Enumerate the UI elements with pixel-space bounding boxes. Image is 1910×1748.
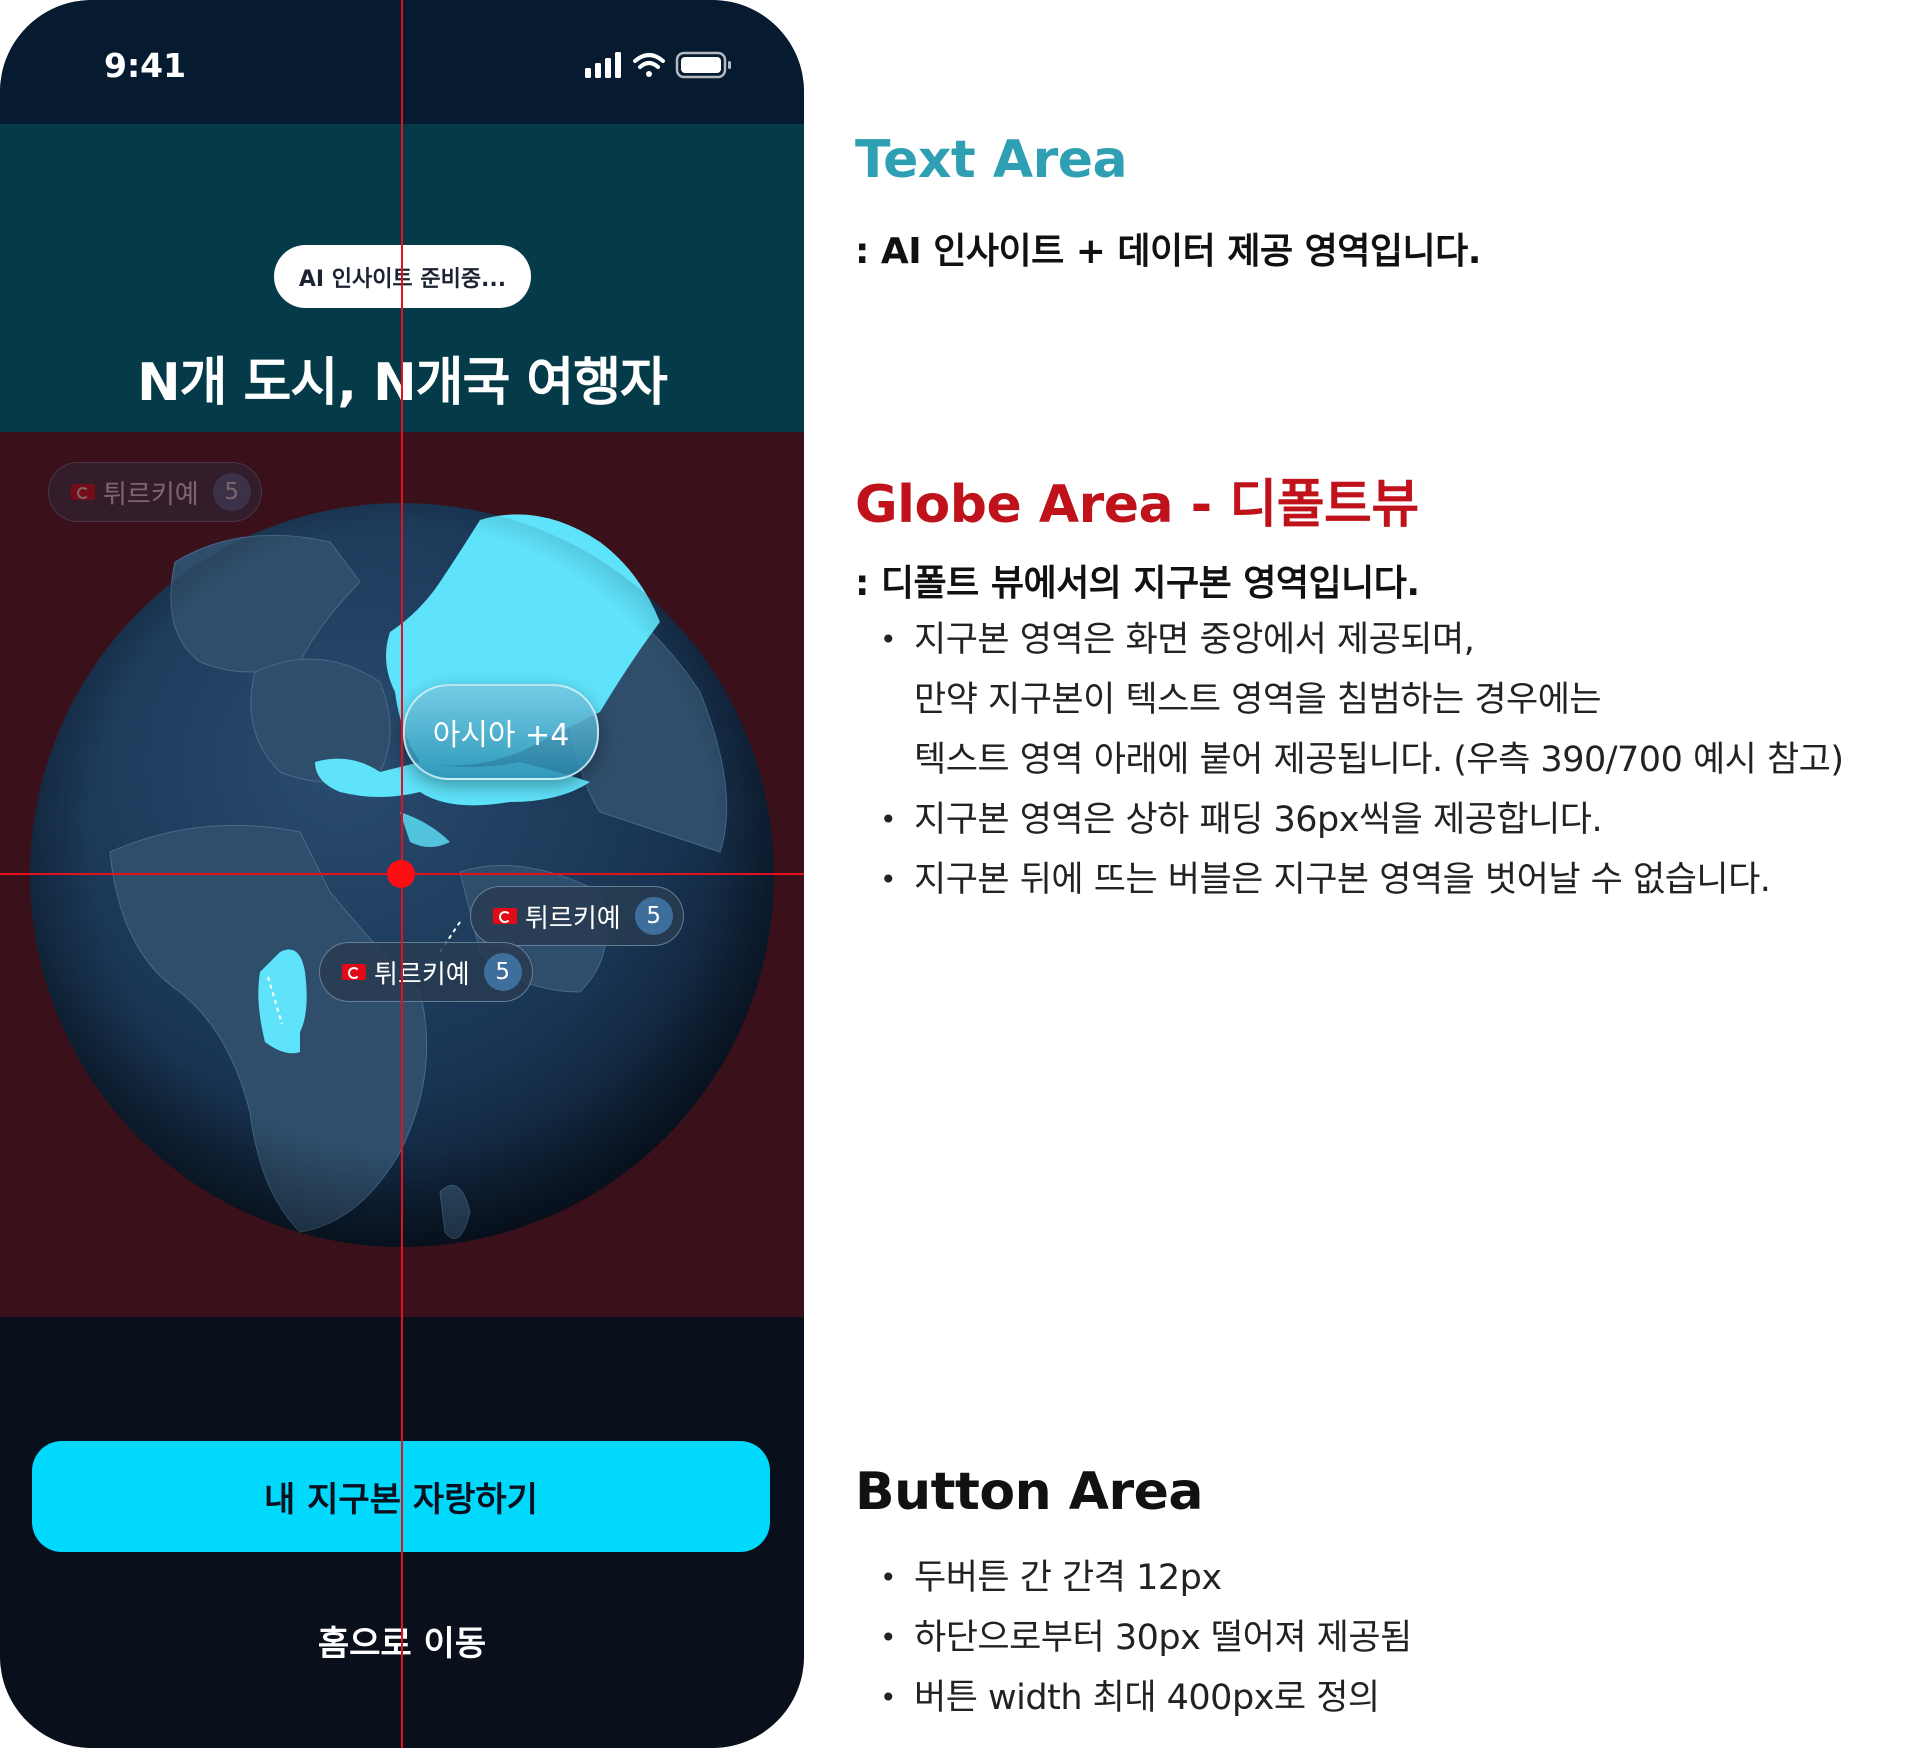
list-item: 두버튼 간 간격 12px: [880, 1548, 1412, 1608]
country-bubble[interactable]: 튀르키예 5: [470, 886, 684, 946]
list-item: 지구본 영역은 화면 중앙에서 제공되며, 만약 지구본이 텍스트 영역을 침범…: [880, 610, 1844, 790]
country-name: 튀르키예: [103, 479, 199, 510]
list-item: 지구본 뒤에 뜨는 버블은 지구본 영역을 벗어날 수 없습니다.: [880, 850, 1844, 910]
turkey-flag-icon: [71, 484, 95, 500]
turkey-flag-icon: [342, 964, 366, 980]
list-item: 하단으로부터 30px 떨어져 제공됨: [880, 1608, 1412, 1668]
text-area-description: : AI 인사이트 + 데이터 제공 영역입니다.: [855, 231, 1481, 272]
country-count: 5: [634, 897, 673, 935]
country-count: 5: [212, 473, 251, 511]
turkey-flag-icon: [493, 908, 517, 924]
country-count: 5: [483, 953, 522, 991]
text-area-title: Text Area: [855, 130, 1128, 190]
country-bubble[interactable]: 튀르키예 5: [319, 942, 533, 1002]
button-area-notes: 두버튼 간 간격 12px 하단으로부터 30px 떨어져 제공됨 버튼 wid…: [880, 1548, 1412, 1728]
country-bubble[interactable]: 튀르키예 5: [48, 462, 262, 522]
status-icons: [585, 51, 731, 79]
list-item: 지구본 영역은 상하 패딩 36px씩을 제공합니다.: [880, 790, 1844, 850]
list-item: 버튼 width 최대 400px로 정의: [880, 1668, 1412, 1728]
battery-icon: [675, 51, 731, 79]
asia-bubble[interactable]: 아시아 +4: [403, 684, 599, 780]
globe-area-description: : 디폴트 뷰에서의 지구본 영역입니다.: [855, 563, 1420, 604]
country-name: 튀르키예: [374, 959, 470, 990]
status-time: 9:41: [104, 46, 187, 85]
phone-mockup: 9:41 AI 인사이트 준비중... N개 도시, N개국 여행자 아시아 +…: [0, 0, 804, 1748]
globe-area-notes: 지구본 영역은 화면 중앙에서 제공되며, 만약 지구본이 텍스트 영역을 침범…: [880, 610, 1844, 910]
center-point-marker: [387, 860, 415, 888]
button-area-title: Button Area: [855, 1462, 1203, 1522]
globe-area-title: Globe Area - 디폴트뷰: [855, 475, 1419, 535]
country-name: 튀르키예: [525, 903, 621, 934]
wifi-icon: [633, 53, 665, 77]
signal-icon: [585, 52, 621, 78]
